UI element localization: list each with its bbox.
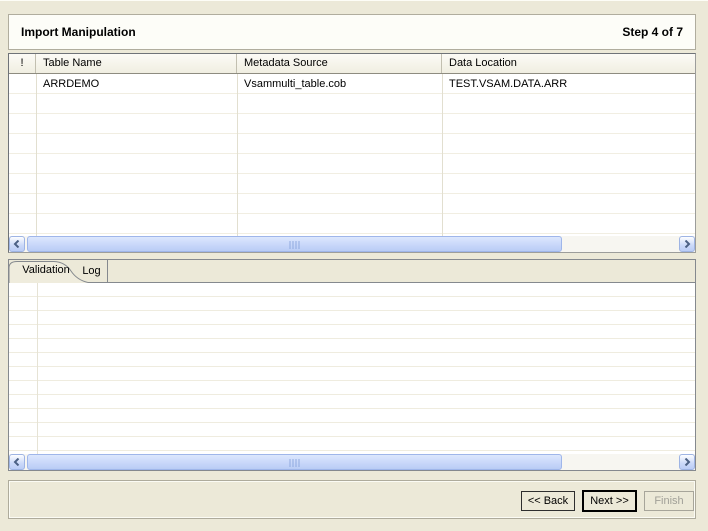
scrollbar-track[interactable] xyxy=(25,454,679,470)
chevron-right-icon xyxy=(683,240,691,248)
tab-validation[interactable]: Validation xyxy=(17,264,75,276)
scrollbar-grip-icon xyxy=(289,459,300,467)
scrollbar-thumb[interactable] xyxy=(27,236,562,252)
back-button[interactable]: << Back xyxy=(521,491,575,511)
finish-button: Finish xyxy=(644,491,694,511)
wizard-dialog: Import Manipulation Step 4 of 7 ! Table … xyxy=(0,0,708,531)
page-title: Import Manipulation xyxy=(21,25,136,39)
import-tables-grid: ! Table Name Metadata Source Data Locati… xyxy=(8,53,696,253)
column-header-metadata-source[interactable]: Metadata Source xyxy=(237,54,442,73)
grid-body: ARRDEMO Vsammulti_table.cob TEST.VSAM.DA… xyxy=(9,74,695,236)
next-button[interactable]: Next >> xyxy=(582,490,637,512)
column-header-data-location[interactable]: Data Location xyxy=(442,54,695,73)
scrollbar-thumb[interactable] xyxy=(27,454,562,470)
message-tab-folder: Validation Log xyxy=(8,259,696,471)
cell-data-location: TEST.VSAM.DATA.ARR xyxy=(442,74,695,94)
panel-column-separator xyxy=(37,283,38,454)
step-indicator: Step 4 of 7 xyxy=(622,25,683,39)
tab-bar: Validation Log xyxy=(9,260,695,283)
scrollbar-grip-icon xyxy=(289,241,300,249)
cell-metadata-source: Vsammulti_table.cob xyxy=(237,74,442,94)
chevron-left-icon xyxy=(13,458,21,466)
cell-flag xyxy=(9,74,36,94)
cell-table-name: ARRDEMO xyxy=(36,74,237,94)
scroll-left-button[interactable] xyxy=(9,454,25,470)
column-header-table-name[interactable]: Table Name xyxy=(36,54,237,73)
grid-column-separator xyxy=(442,74,443,236)
column-header-flag[interactable]: ! xyxy=(9,54,36,73)
panel-horizontal-scrollbar[interactable] xyxy=(9,454,695,470)
wizard-button-bar: << Back Next >> Finish xyxy=(8,480,696,519)
grid-column-separator xyxy=(237,74,238,236)
grid-header-row: ! Table Name Metadata Source Data Locati… xyxy=(9,54,695,74)
scroll-right-button[interactable] xyxy=(679,236,695,252)
chevron-right-icon xyxy=(683,458,691,466)
validation-panel xyxy=(9,283,695,454)
scrollbar-track[interactable] xyxy=(25,236,679,252)
grid-column-separator xyxy=(36,74,37,236)
chevron-left-icon xyxy=(13,240,21,248)
scroll-right-button[interactable] xyxy=(679,454,695,470)
wizard-header-band: Import Manipulation Step 4 of 7 xyxy=(8,14,696,50)
grid-horizontal-scrollbar[interactable] xyxy=(9,236,695,252)
table-row[interactable]: ARRDEMO Vsammulti_table.cob TEST.VSAM.DA… xyxy=(9,74,695,94)
tab-log[interactable]: Log xyxy=(76,260,108,283)
scroll-left-button[interactable] xyxy=(9,236,25,252)
